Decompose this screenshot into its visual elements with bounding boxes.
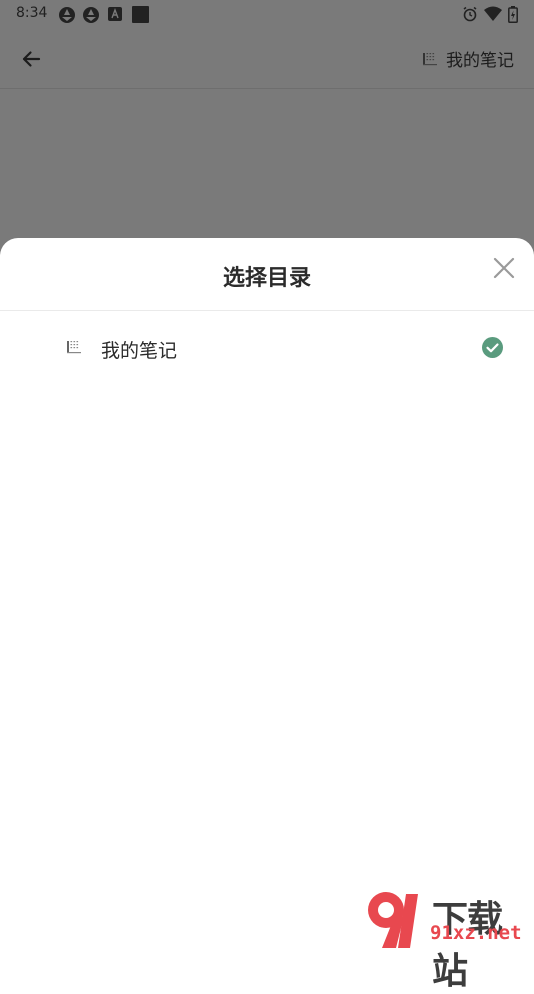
back-button[interactable] xyxy=(14,42,48,76)
directory-item[interactable]: 我的笔记 xyxy=(0,311,534,383)
folder-list-icon xyxy=(423,52,437,65)
square-notification-icon xyxy=(132,6,149,23)
app-notification-icon xyxy=(108,7,122,21)
close-icon xyxy=(493,257,515,279)
watermark-url-text: 91xz.net xyxy=(430,922,522,944)
current-folder-label: 我的笔记 xyxy=(446,51,514,71)
close-button[interactable] xyxy=(490,254,518,282)
arrow-left-icon xyxy=(22,51,41,67)
watermark-logo: 下载站 91xz.net xyxy=(362,888,534,992)
battery-charging-icon xyxy=(508,6,518,23)
status-time: 8:34 xyxy=(16,5,48,21)
directory-item-label: 我的笔记 xyxy=(101,340,178,362)
aperture-notification-icon xyxy=(59,7,75,23)
logo-icon xyxy=(368,892,418,948)
select-directory-sheet: 选择目录 我的笔记 xyxy=(0,238,534,950)
app-bar: 我的笔记 xyxy=(0,28,534,89)
current-folder-selector[interactable]: 我的笔记 xyxy=(422,46,514,71)
sheet-header: 选择目录 xyxy=(0,238,534,311)
status-bar: 8:34 xyxy=(0,0,534,28)
aperture-notification-icon xyxy=(83,7,99,23)
folder-list-icon xyxy=(67,341,81,354)
sheet-title: 选择目录 xyxy=(222,266,311,291)
wifi-icon xyxy=(484,6,502,21)
check-circle-icon xyxy=(482,337,503,358)
alarm-icon xyxy=(463,6,477,22)
